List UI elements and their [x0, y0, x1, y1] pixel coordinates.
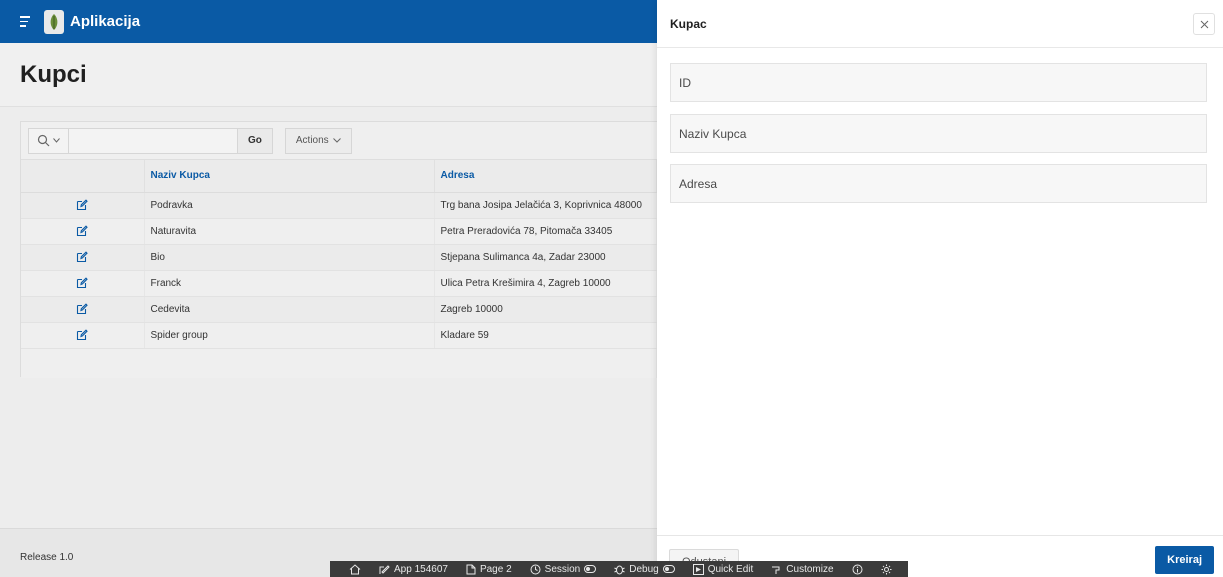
edit-cell — [21, 244, 145, 271]
adresa-cell: Petra Preradovića 78, Pitomača 33405 — [434, 218, 657, 245]
table-row: Cedevita Zagreb 10000 — [21, 296, 657, 323]
search-column-button[interactable] — [29, 128, 69, 153]
customers-table: Naziv Kupca Adresa Podravka Trg bana Josi… — [21, 160, 657, 378]
session-label: Session — [544, 563, 581, 575]
table-row: Bio Stjepana Sulimanca 4a, Zadar 23000 — [21, 244, 657, 271]
customize-button[interactable]: Customize — [762, 561, 842, 577]
edit-cell — [21, 192, 145, 219]
id-field[interactable]: ID — [670, 63, 1207, 102]
column-header-edit — [21, 160, 145, 193]
report-toolbar: Go Actions — [21, 122, 657, 160]
quick-edit-icon — [692, 563, 704, 575]
naziv-kupca-cell: Podravka — [144, 192, 435, 219]
debug-button[interactable]: Debug — [605, 561, 683, 577]
bug-icon — [614, 565, 625, 574]
app-header: Aplikacija — [0, 0, 657, 43]
chevron-down-icon — [53, 138, 60, 143]
app-logo-icon — [44, 9, 64, 34]
search-bar — [28, 127, 238, 154]
page-label: Page 2 — [479, 563, 512, 575]
settings-button[interactable] — [872, 561, 901, 577]
table-row: Spider group Kladare 59 — [21, 322, 657, 349]
quick-edit-label: Quick Edit — [707, 563, 754, 575]
actions-label: Actions — [295, 135, 329, 146]
edit-cell — [21, 322, 145, 349]
column-header-naziv[interactable]: Naziv Kupca — [144, 160, 435, 193]
column-header-adresa[interactable]: Adresa — [434, 160, 657, 193]
info-button[interactable] — [843, 561, 872, 577]
edit-cell — [21, 270, 145, 297]
table-row: Naturavita Petra Preradovića 78, Pitomača… — [21, 218, 657, 245]
adresa-field[interactable]: Adresa — [670, 164, 1207, 203]
naziv-kupca-cell: Franck — [144, 270, 435, 297]
edit-icon[interactable] — [76, 251, 89, 263]
chevron-down-icon — [332, 138, 341, 143]
app-title[interactable]: Aplikacija — [70, 13, 140, 30]
search-icon — [37, 134, 50, 147]
page-button[interactable]: Page 2 — [457, 561, 521, 577]
edit-icon[interactable] — [76, 329, 89, 341]
table-row: Franck Ulica Petra Krešimira 4, Zagreb 10… — [21, 270, 657, 297]
toggle-icon — [584, 565, 597, 573]
naziv-kupca-field[interactable]: Naziv Kupca — [670, 114, 1207, 153]
adresa-cell: Ulica Petra Krešimira 4, Zagreb 10000 — [434, 270, 657, 297]
go-button[interactable]: Go — [238, 127, 273, 154]
naziv-kupca-field-label: Naziv Kupca — [679, 126, 747, 141]
app-label: App 154607 — [394, 563, 448, 575]
id-field-label: ID — [679, 75, 691, 90]
adresa-field-label: Adresa — [679, 176, 718, 191]
page-title: Kupci — [20, 60, 87, 88]
naziv-kupca-cell: Naturavita — [144, 218, 435, 245]
menu-toggle-icon[interactable] — [20, 16, 32, 28]
info-icon — [852, 564, 863, 574]
page-title-bar: Kupci — [0, 43, 657, 107]
naziv-kupca-cell: Bio — [144, 244, 435, 271]
customers-report: Go Actions Naziv Kupca Adresa Podravka Tr… — [20, 121, 657, 378]
app-button[interactable]: App 154607 — [370, 561, 457, 577]
home-icon — [349, 563, 361, 574]
gear-icon — [881, 564, 892, 574]
edit-icon — [379, 564, 390, 574]
table-row: Podravka Trg bana Josipa Jelačića 3, Kopr… — [21, 192, 657, 219]
dialog-header: Kupac — [657, 0, 1223, 48]
adresa-cell: Stjepana Sulimanca 4a, Zadar 23000 — [434, 244, 657, 271]
search-input[interactable] — [69, 128, 237, 153]
brush-icon — [772, 566, 780, 574]
close-button[interactable] — [1193, 13, 1215, 35]
toggle-icon — [662, 565, 675, 573]
edit-icon[interactable] — [76, 199, 89, 211]
edit-icon[interactable] — [76, 225, 89, 237]
dialog-title: Kupac — [670, 16, 707, 31]
home-button[interactable] — [340, 561, 370, 577]
close-icon — [1200, 20, 1208, 28]
customize-label: Customize — [786, 563, 834, 575]
adresa-cell: Kladare 59 — [434, 322, 657, 349]
customer-dialog: Kupac ID Naziv Kupca Adresa Odustani Kre… — [657, 0, 1223, 577]
developer-toolbar: App 154607 Page 2 Session Debug Quick Ed… — [330, 561, 908, 577]
session-button[interactable]: Session — [521, 561, 606, 577]
adresa-cell: Trg bana Josipa Jelačića 3, Koprivnica 4… — [434, 192, 657, 219]
edit-icon[interactable] — [76, 303, 89, 315]
adresa-cell: Zagreb 10000 — [434, 296, 657, 323]
release-label: Release 1.0 — [20, 552, 74, 563]
clock-icon — [530, 564, 541, 574]
naziv-kupca-cell: Spider group — [144, 322, 435, 349]
create-button[interactable]: Kreiraj — [1155, 546, 1214, 574]
quick-edit-button[interactable]: Quick Edit — [684, 561, 763, 577]
page-icon — [466, 564, 476, 574]
debug-label: Debug — [629, 563, 659, 575]
actions-menu-button[interactable]: Actions — [284, 127, 352, 154]
edit-cell — [21, 218, 145, 245]
naziv-kupca-cell: Cedevita — [144, 296, 435, 323]
edit-cell — [21, 296, 145, 323]
table-empty-row — [21, 348, 657, 378]
edit-icon[interactable] — [76, 277, 89, 289]
page-body: Kupci Go Actions Naziv Kupca Adresa Podr… — [0, 43, 657, 528]
